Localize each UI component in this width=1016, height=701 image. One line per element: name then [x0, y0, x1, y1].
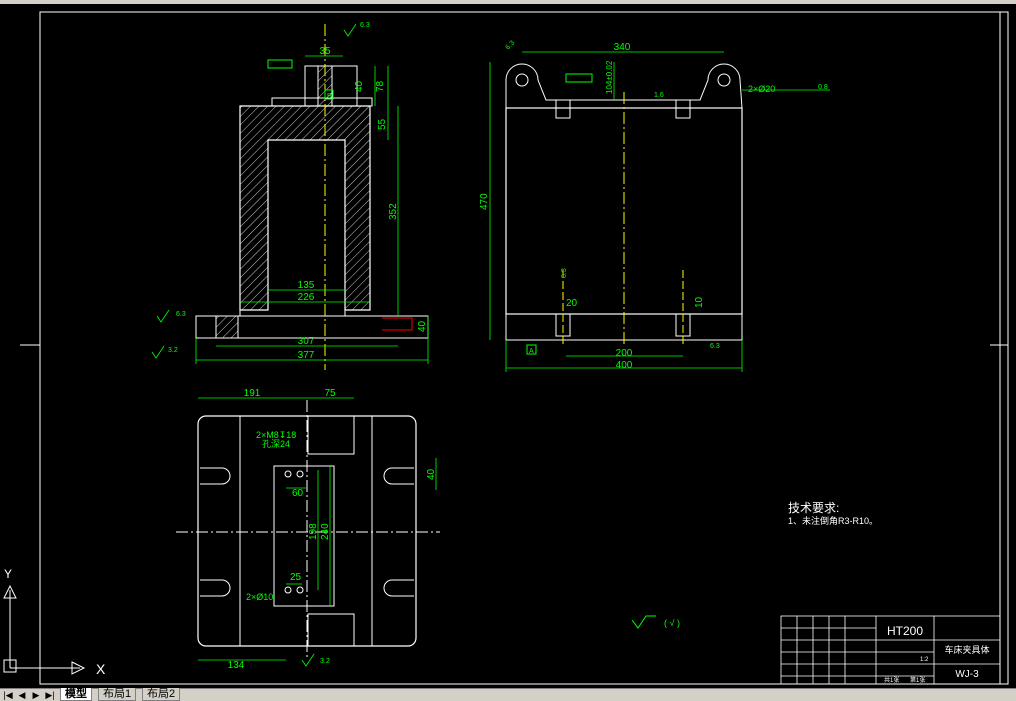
dim-60: 60 — [292, 488, 304, 499]
dim-40a: 40 — [354, 80, 365, 92]
rough-32-top: 3.2 — [320, 658, 330, 665]
next-tab-arrow-icon[interactable]: ▶ — [30, 689, 42, 701]
dim-104: 104±0.02 — [605, 60, 614, 94]
dim-134: 134 — [228, 660, 245, 671]
sheet-no: 第1张 — [910, 676, 925, 684]
notes-line1: 1、未注倒角R3-R10。 — [788, 515, 878, 526]
dim-2x20: 2×Ø20 — [748, 84, 775, 94]
dim-470: 470 — [479, 193, 490, 210]
tab-model[interactable]: 模型 — [60, 688, 92, 701]
rough-63-left: 6.3 — [176, 311, 186, 318]
drawing-canvas[interactable]: 35 40 78 55 352 135 226 40 307 377 6.3 6… — [0, 4, 1016, 688]
dim-307: 307 — [298, 336, 315, 347]
drawing-code: WJ-3 — [955, 669, 979, 680]
rough-16-side: 1.6 — [654, 92, 664, 99]
dim-40c: 40 — [426, 468, 437, 480]
top-view[interactable]: 191 75 40 60 198 240 25 134 2×M8↧18 孔深24… — [176, 388, 440, 671]
dim-25: 25 — [290, 572, 302, 583]
tab-layout2[interactable]: 布局2 — [142, 688, 181, 701]
rough-63-base: 6.3 — [710, 343, 720, 350]
dim-35: 35 — [319, 46, 331, 57]
first-tab-arrow-icon[interactable]: |◀ — [2, 689, 14, 701]
note-m8-depth: 孔深24 — [262, 439, 290, 449]
note-p10: 2×Ø10 — [246, 592, 273, 602]
drawing-svg: 35 40 78 55 352 135 226 40 307 377 6.3 6… — [3, 11, 1009, 685]
dim-400: 400 — [616, 360, 633, 371]
dim-75: 75 — [324, 388, 336, 399]
scale: 1:2 — [920, 657, 929, 663]
ucs-icon — [3, 584, 86, 675]
side-view[interactable]: 340 104±0.02 470 2×Ø20 20 10 200 400 6.3… — [479, 40, 830, 372]
general-roughness: ( √ ) — [664, 618, 680, 628]
rough-32-left: 3.2 — [168, 347, 178, 354]
rough-63-side: 6.3 — [504, 40, 516, 52]
dim-55: 55 — [377, 118, 388, 130]
rough-63-bolt: 6.3 — [561, 268, 568, 278]
dim-377: 377 — [298, 350, 315, 361]
dim-340: 340 — [614, 42, 631, 53]
dim-198: 198 — [308, 523, 319, 540]
last-tab-arrow-icon[interactable]: ▶| — [44, 689, 56, 701]
dim-200: 200 — [616, 348, 633, 359]
dim-78: 78 — [375, 80, 386, 92]
dim-226: 226 — [298, 292, 315, 303]
sheet-total: 共1张 — [884, 676, 899, 684]
dim-10: 10 — [694, 296, 705, 308]
prev-tab-arrow-icon[interactable]: ◀ — [16, 689, 28, 701]
front-section-view[interactable]: 35 40 78 55 352 135 226 40 307 377 6.3 6… — [151, 22, 429, 370]
drawing-border — [39, 11, 1009, 685]
datum-a: A — [529, 348, 534, 355]
material-label: HT200 — [887, 624, 923, 638]
datum-b: B — [327, 93, 332, 100]
ucs-x-label: X — [96, 661, 106, 677]
part-name: 车床夹具体 — [944, 644, 989, 655]
ucs-y-label: Y — [4, 567, 12, 581]
dim-240: 240 — [320, 523, 331, 540]
rough-08-side: 0.8 — [818, 84, 828, 91]
technical-notes: 技术要求: 1、未注倒角R3-R10。 ( √ ) — [631, 501, 878, 629]
dim-135: 135 — [298, 280, 315, 291]
rough-63-top: 6.3 — [360, 22, 370, 29]
dim-20: 20 — [566, 298, 578, 309]
dim-352: 352 — [388, 203, 399, 220]
tab-layout1[interactable]: 布局1 — [98, 688, 137, 701]
notes-title: 技术要求: — [788, 501, 839, 515]
dim-191: 191 — [244, 388, 261, 399]
layout-tabs-bar: |◀ ◀ ▶ ▶| 模型 布局1 布局2 — [0, 688, 1016, 701]
dim-40b: 40 — [417, 320, 428, 332]
